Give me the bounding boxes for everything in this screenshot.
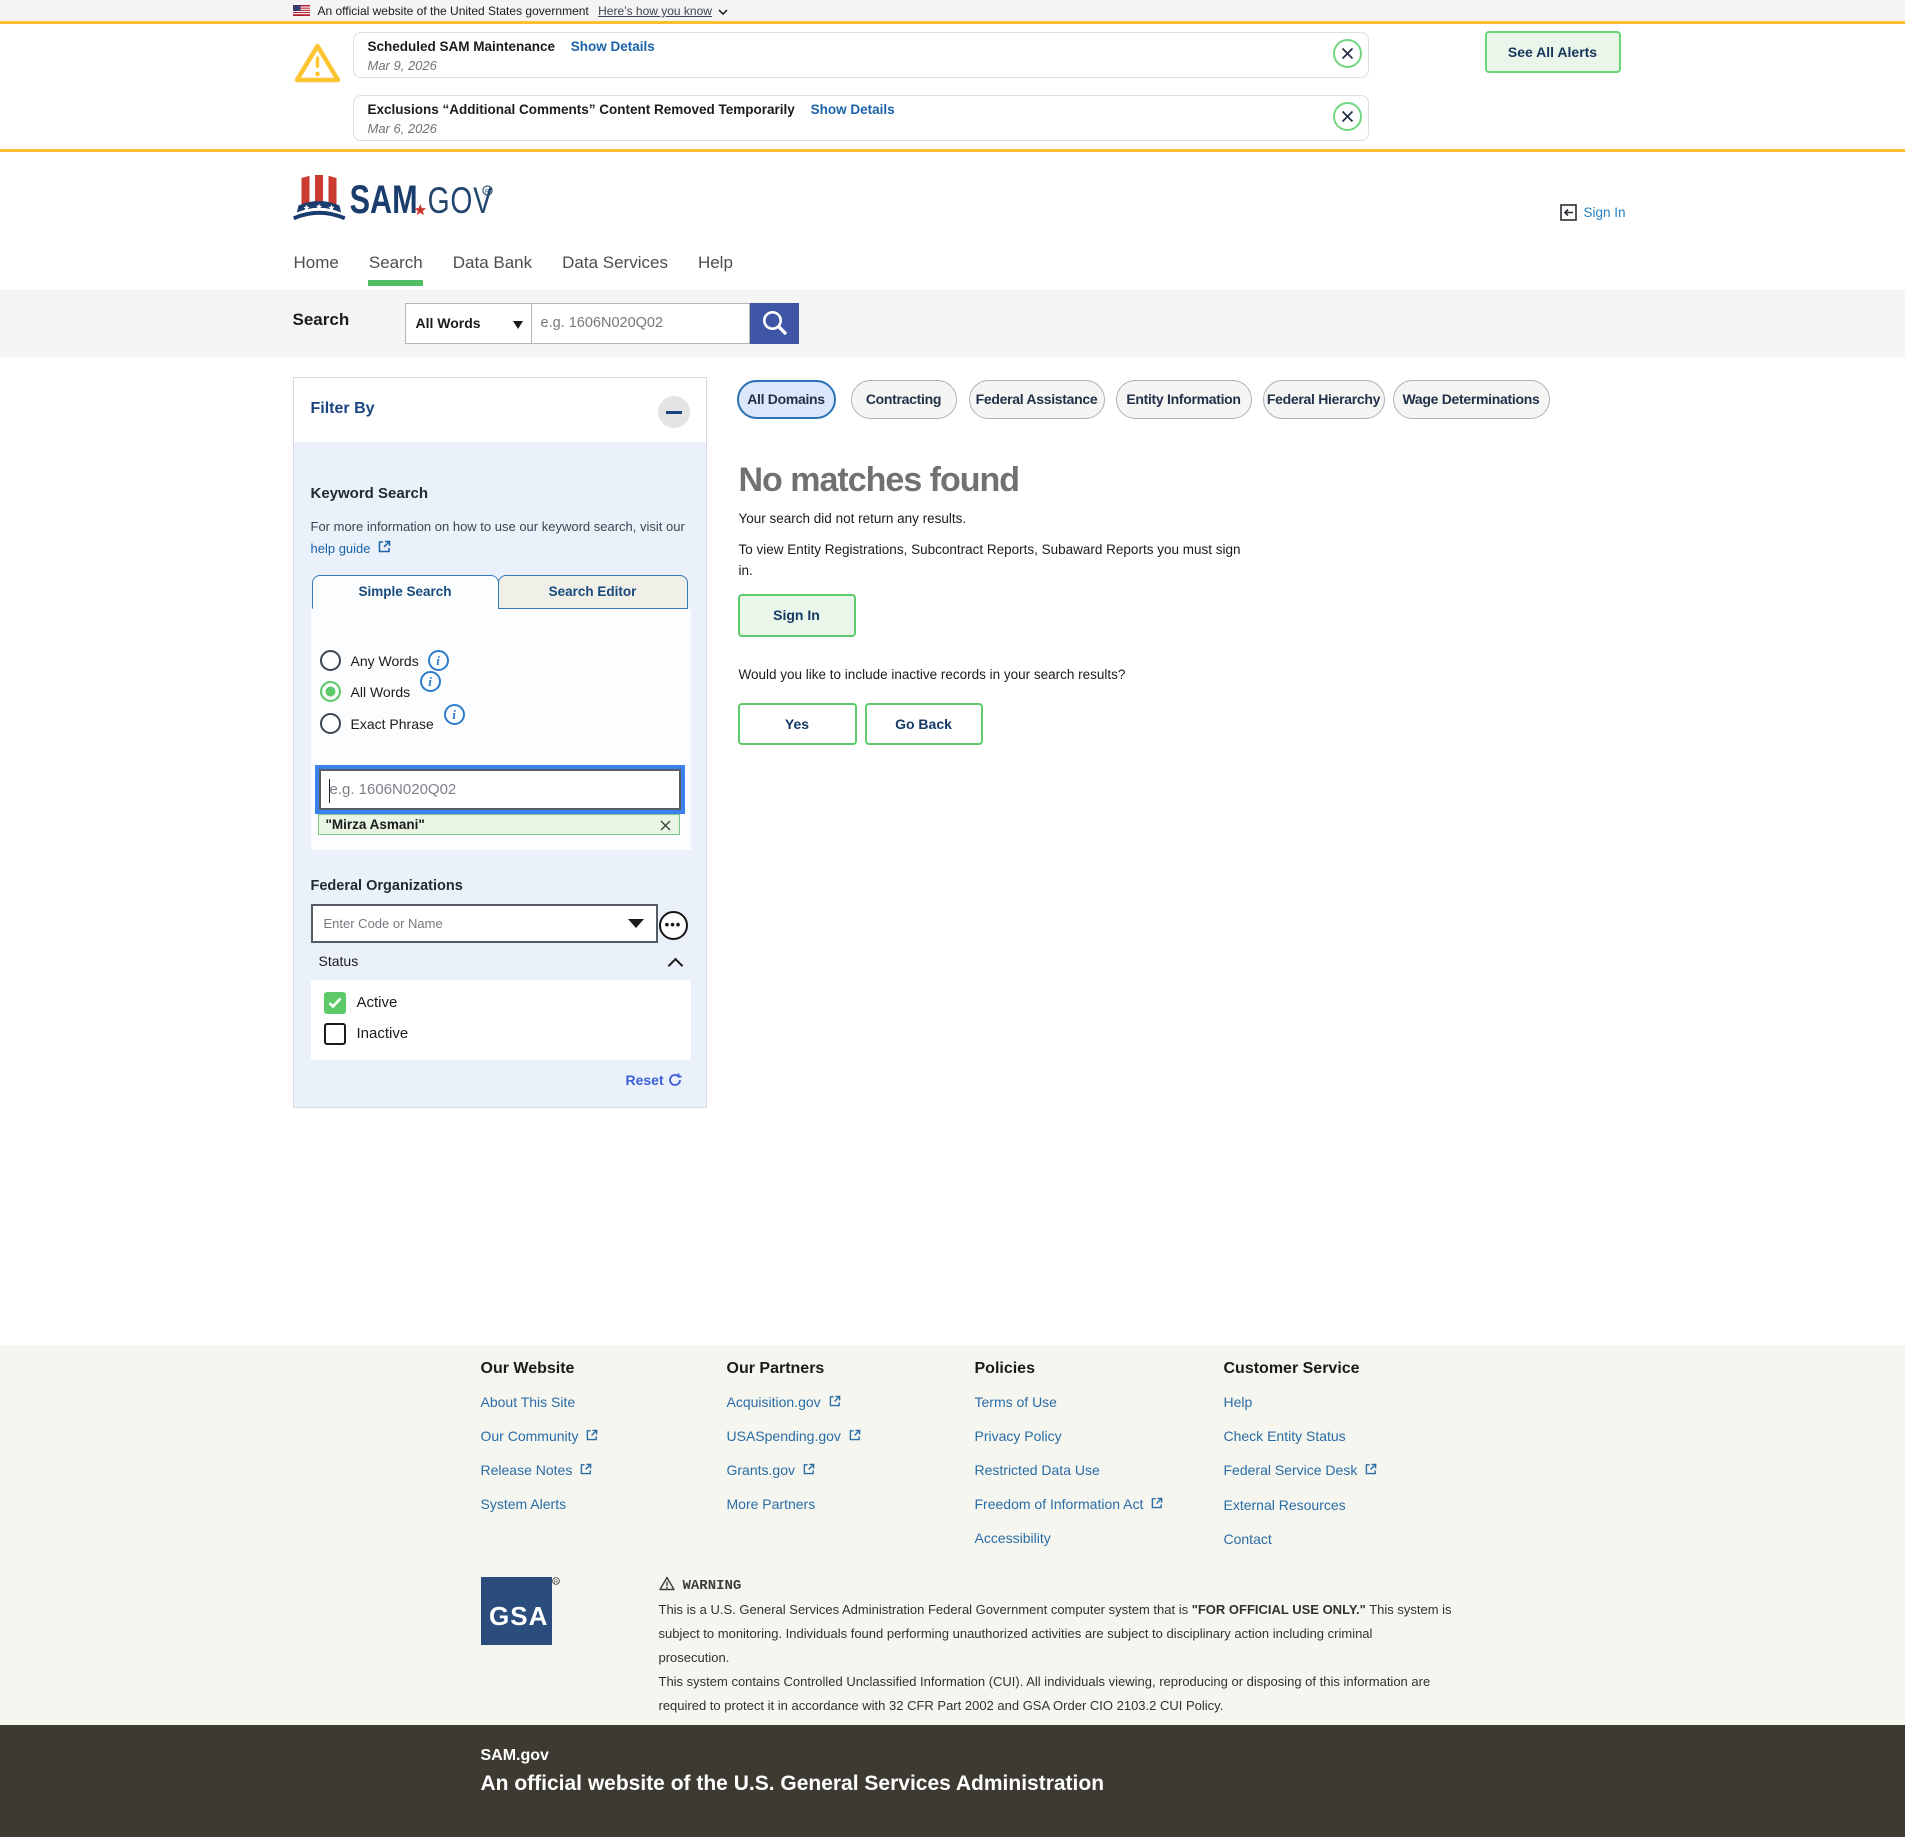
svg-text:R: R: [554, 1580, 558, 1586]
svg-text:R: R: [485, 188, 490, 195]
svg-text:GSA: GSA: [489, 1601, 548, 1631]
svg-text:SAM: SAM: [349, 177, 417, 222]
svg-text:GOV: GOV: [427, 179, 492, 221]
